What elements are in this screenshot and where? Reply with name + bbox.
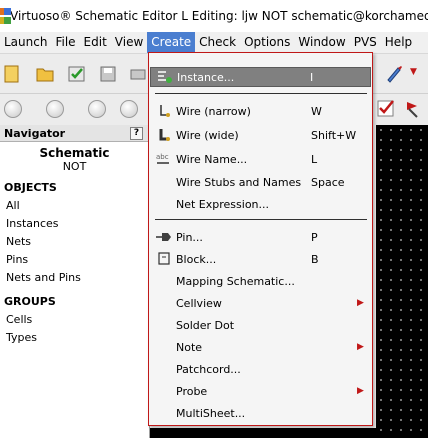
zoom-fit-icon[interactable] — [88, 100, 106, 118]
wire-name-icon: abc — [154, 151, 174, 167]
nav-objects-pins[interactable]: Pins — [0, 251, 149, 269]
menu-item-mapping-schematic[interactable]: Mapping Schematic... — [150, 271, 371, 291]
zoom-in-icon[interactable] — [4, 100, 22, 118]
menu-separator — [155, 93, 367, 94]
submenu-arrow-icon: ▶ — [357, 386, 364, 396]
menu-options[interactable]: Options — [240, 32, 294, 53]
nav-objects-instances[interactable]: Instances — [0, 215, 149, 233]
schematic-canvas-bottom[interactable] — [150, 428, 376, 438]
svg-text:abc: abc — [156, 153, 169, 161]
navigator-view-title: Schematic — [39, 146, 110, 160]
menu-item-shortcut: B — [311, 252, 319, 266]
nav-objects-nets[interactable]: Nets — [0, 233, 149, 251]
menu-edit[interactable]: Edit — [80, 32, 111, 53]
nav-objects-all[interactable]: All — [0, 197, 149, 215]
menu-file[interactable]: File — [51, 32, 79, 53]
menu-help[interactable]: Help — [381, 32, 416, 53]
block-icon — [154, 251, 174, 267]
menu-bar: Launch File Edit View Create Check Optio… — [0, 32, 428, 53]
groups-section-label: GROUPS — [4, 295, 56, 308]
menu-item-shortcut: Shift+W — [311, 128, 357, 142]
menu-item-label: Pin... — [176, 230, 203, 244]
objects-section-label: OBJECTS — [4, 181, 57, 194]
menu-item-cellview[interactable]: Cellview ▶ — [150, 293, 371, 313]
menu-item-label: Net Expression... — [176, 197, 270, 211]
check-save-icon[interactable] — [67, 64, 87, 84]
pin-icon — [154, 229, 174, 245]
menu-item-label: Instance... — [177, 70, 235, 84]
submenu-arrow-icon: ▶ — [357, 342, 364, 352]
menu-item-multisheet[interactable]: MultiSheet... — [150, 403, 371, 423]
menu-item-shortcut: Space — [311, 175, 345, 189]
menu-check[interactable]: Check — [195, 32, 240, 53]
help-icon[interactable]: ? — [130, 127, 143, 140]
navigator-header: Navigator ? — [0, 125, 149, 142]
menu-item-wire-wide[interactable]: Wire (wide) Shift+W — [150, 125, 371, 145]
menu-item-wire-stubs[interactable]: Wire Stubs and Names Space — [150, 172, 371, 192]
print-icon[interactable] — [128, 64, 148, 84]
schematic-canvas[interactable] — [376, 125, 428, 438]
navigator-panel: Navigator ? Schematic NOT OBJECTS All In… — [0, 125, 150, 438]
menu-item-wire-narrow[interactable]: Wire (narrow) W — [150, 101, 371, 121]
navigator-cell-name: NOT — [62, 160, 87, 173]
menu-item-label: Wire (narrow) — [176, 104, 251, 118]
menu-view[interactable]: View — [111, 32, 147, 53]
menu-item-solder-dot[interactable]: Solder Dot — [150, 315, 371, 335]
menu-create[interactable]: Create — [147, 32, 196, 53]
menu-pvs[interactable]: PVS — [350, 32, 381, 53]
menu-launch[interactable]: Launch — [0, 32, 51, 53]
menu-window[interactable]: Window — [294, 32, 349, 53]
menu-item-label: Cellview — [176, 296, 222, 310]
new-file-icon[interactable] — [2, 64, 22, 84]
create-menu-dropdown: Instance... I Wire (narrow) W Wire (wide… — [148, 52, 373, 426]
window-title: Virtuoso® Schematic Editor L Editing: lj… — [10, 9, 428, 23]
menu-item-label: Patchcord... — [176, 362, 241, 376]
menu-item-net-expression[interactable]: Net Expression... — [150, 194, 371, 214]
menu-item-label: Wire Stubs and Names — [176, 175, 302, 189]
menu-separator — [155, 219, 367, 220]
navigator-title: Navigator — [4, 126, 66, 140]
open-folder-icon[interactable] — [35, 64, 55, 84]
checked-red-icon[interactable] — [376, 99, 396, 119]
menu-item-label: Note — [176, 340, 203, 354]
menu-item-label: MultiSheet... — [176, 406, 246, 420]
save-icon[interactable] — [98, 64, 118, 84]
menu-item-label: Block... — [176, 252, 217, 266]
nav-objects-nets-and-pins[interactable]: Nets and Pins — [0, 269, 149, 287]
wire-wide-icon — [154, 127, 174, 143]
menu-item-probe[interactable]: Probe ▶ — [150, 381, 371, 401]
menu-item-note[interactable]: Note ▶ — [150, 337, 371, 357]
menu-item-block[interactable]: Block... B — [150, 249, 371, 269]
instance-icon — [155, 69, 175, 85]
menu-item-label: Mapping Schematic... — [176, 274, 295, 288]
flag-icon[interactable] — [403, 99, 423, 119]
menu-item-shortcut: L — [311, 152, 318, 166]
menu-item-label: Solder Dot — [176, 318, 235, 332]
menu-item-wire-name[interactable]: abc Wire Name... L — [150, 149, 371, 169]
redraw-icon[interactable] — [120, 100, 138, 118]
menu-item-label: Wire Name... — [176, 152, 248, 166]
nav-groups-types[interactable]: Types — [0, 329, 149, 347]
menu-item-patchcord[interactable]: Patchcord... — [150, 359, 371, 379]
menu-item-label: Wire (wide) — [176, 128, 239, 142]
menu-item-instance[interactable]: Instance... I — [150, 67, 371, 87]
select-mode-icon[interactable] — [384, 64, 404, 84]
title-bar: Virtuoso® Schematic Editor L Editing: lj… — [0, 0, 428, 32]
select-mode-dropdown-icon[interactable]: ▼ — [410, 67, 417, 77]
menu-item-shortcut: W — [311, 104, 322, 118]
menu-item-label: Probe — [176, 384, 208, 398]
submenu-arrow-icon: ▶ — [357, 298, 364, 308]
wire-narrow-icon — [154, 103, 174, 119]
menu-item-pin[interactable]: Pin... P — [150, 227, 371, 247]
nav-groups-cells[interactable]: Cells — [0, 311, 149, 329]
menu-item-shortcut: I — [310, 70, 314, 84]
menu-item-shortcut: P — [311, 230, 318, 244]
zoom-out-icon[interactable] — [46, 100, 64, 118]
